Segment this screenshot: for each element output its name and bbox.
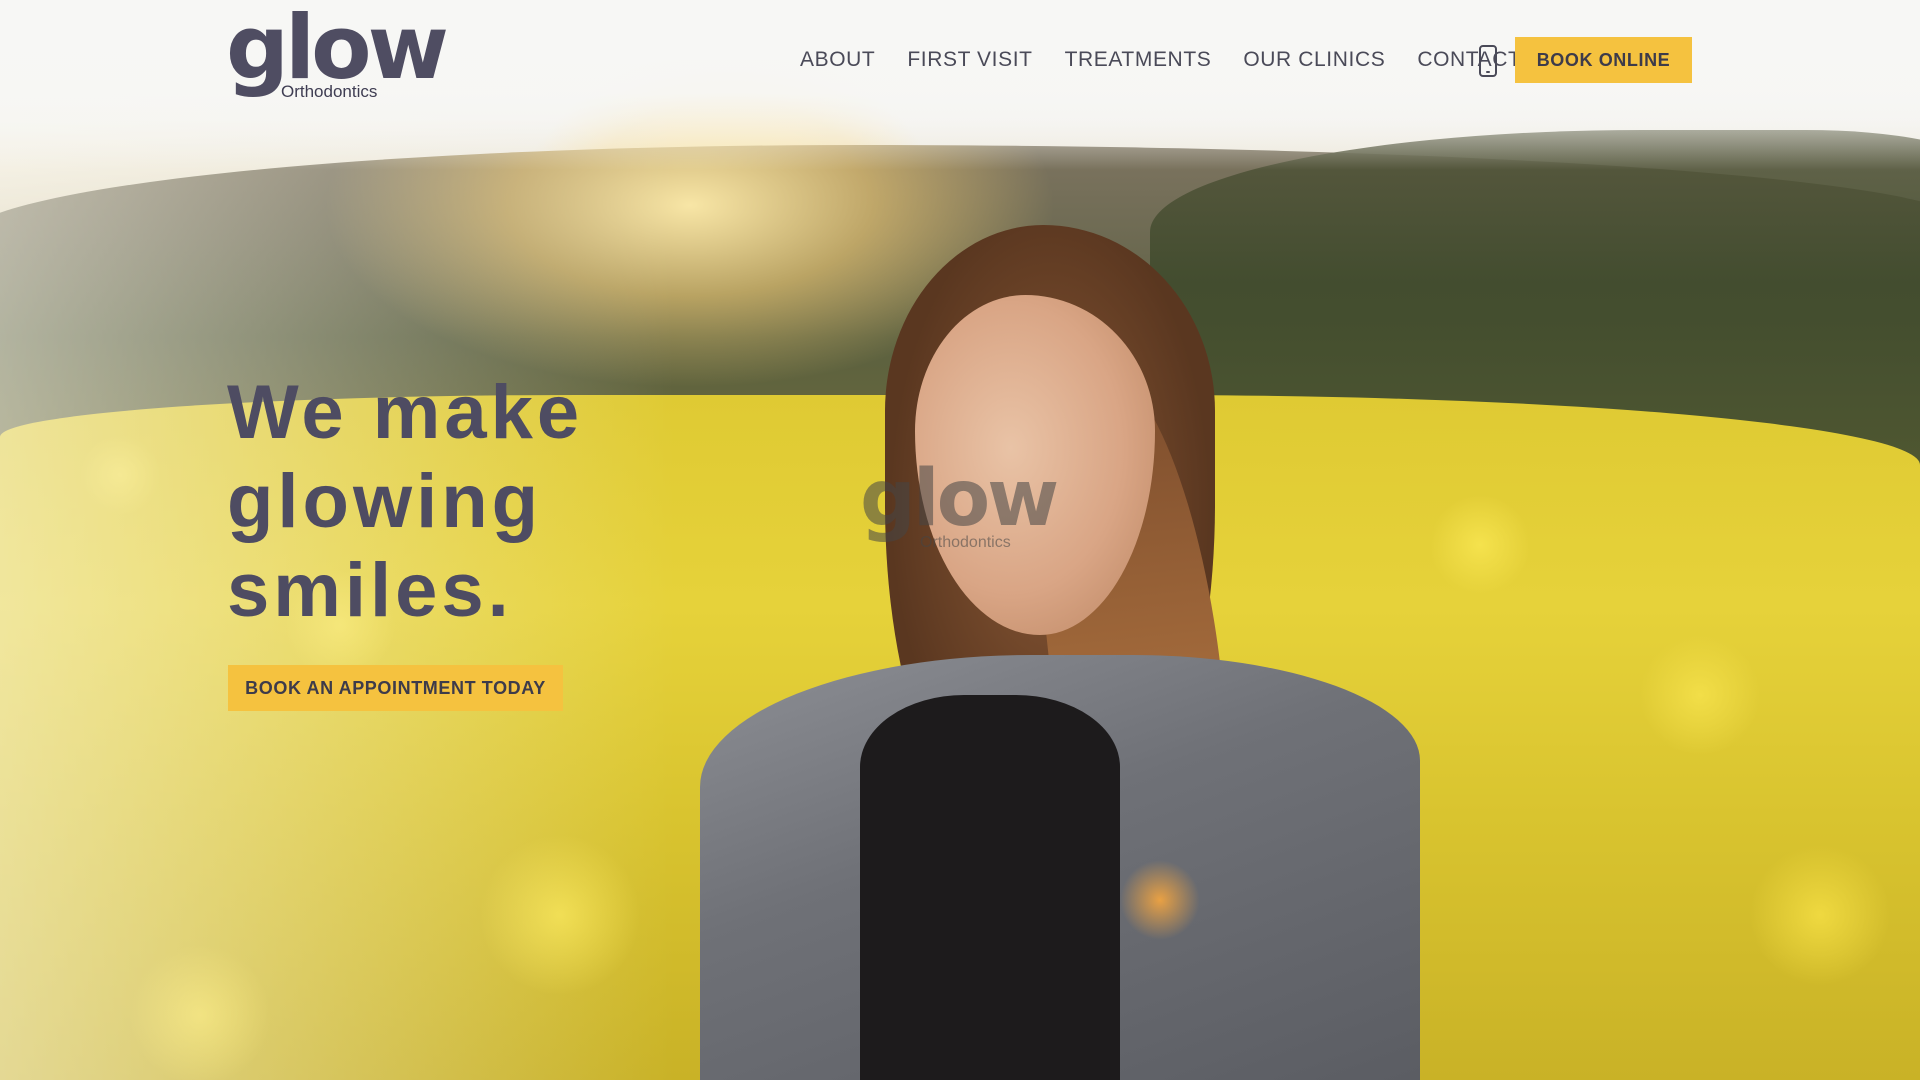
nav-contact[interactable]: CONTACT bbox=[1417, 48, 1521, 72]
logo-subtitle: Orthodontics bbox=[281, 82, 378, 101]
phone-icon[interactable] bbox=[1479, 45, 1497, 77]
headline-line-1: We make bbox=[227, 370, 584, 455]
headline-line-3: smiles. bbox=[227, 548, 513, 633]
brand-logo[interactable]: glow Orthodontics bbox=[226, 4, 449, 102]
nav-treatments[interactable]: TREATMENTS bbox=[1065, 48, 1212, 72]
book-appointment-button[interactable]: BOOK AN APPOINTMENT TODAY bbox=[228, 665, 563, 711]
hero-headline: We make glowing smiles. bbox=[227, 368, 747, 635]
logo-wordmark: glow bbox=[226, 0, 449, 99]
main-nav: ABOUT FIRST VISIT TREATMENTS OUR CLINICS… bbox=[800, 44, 1553, 76]
nav-our-clinics[interactable]: OUR CLINICS bbox=[1243, 48, 1385, 72]
lens-flare bbox=[1120, 860, 1200, 940]
site-header: glow Orthodontics ABOUT FIRST VISIT TREA… bbox=[0, 0, 1920, 120]
watermark-logo: glow Orthodontics bbox=[860, 454, 1059, 551]
nav-about[interactable]: ABOUT bbox=[800, 48, 875, 72]
book-online-button[interactable]: BOOK ONLINE bbox=[1515, 37, 1692, 83]
headline-line-2: glowing bbox=[227, 459, 543, 544]
watermark-word: glow bbox=[860, 454, 1059, 544]
watermark-subtitle: Orthodontics bbox=[920, 534, 1011, 551]
nav-first-visit[interactable]: FIRST VISIT bbox=[907, 48, 1032, 72]
